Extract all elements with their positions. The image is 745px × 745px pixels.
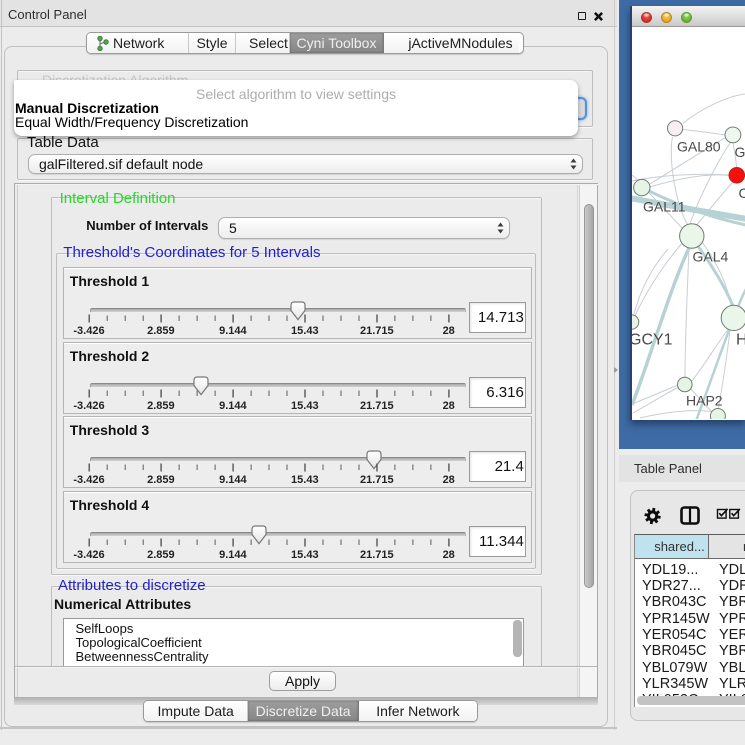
svg-text:G..: G.. xyxy=(735,144,745,160)
svg-text:GAL4: GAL4 xyxy=(693,249,729,265)
svg-text:GCY1: GCY1 xyxy=(632,332,673,349)
svg-text:GAL80: GAL80 xyxy=(677,139,721,155)
svg-text:GAL11: GAL11 xyxy=(643,199,686,215)
svg-text:HAP2: HAP2 xyxy=(686,393,723,409)
svg-text:H: H xyxy=(736,332,745,349)
svg-text:C: C xyxy=(739,185,745,201)
